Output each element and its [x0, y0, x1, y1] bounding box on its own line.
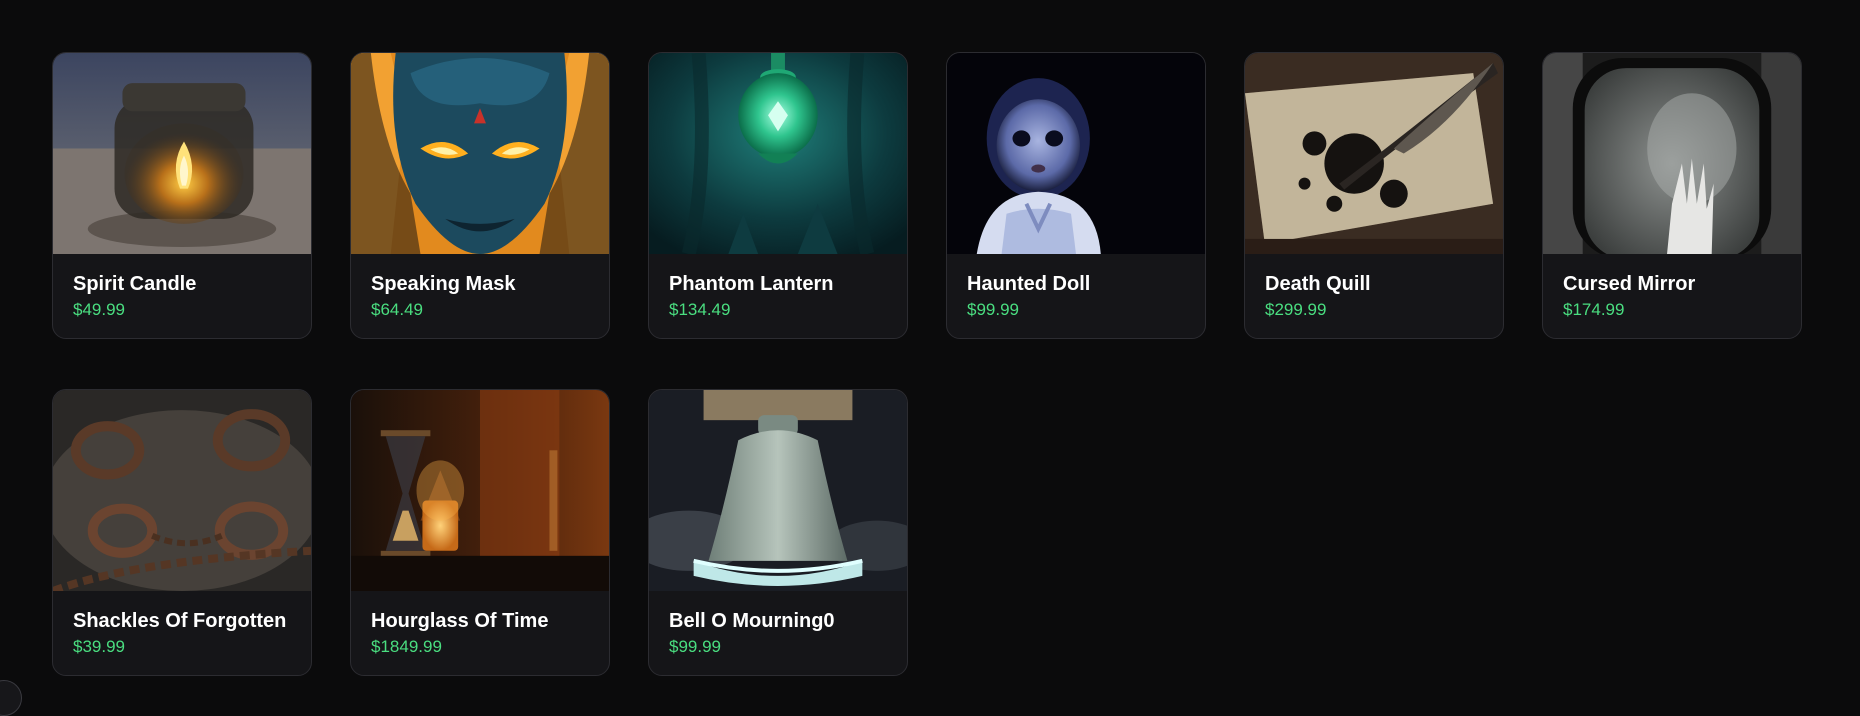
product-name: Death Quill	[1265, 272, 1483, 296]
product-name: Hourglass Of Time	[371, 609, 589, 633]
mirror-hand-image	[1543, 53, 1801, 254]
product-card[interactable]: Cursed Mirror $174.99	[1542, 52, 1802, 339]
product-grid: Spirit Candle $49.99 Speaki	[52, 52, 1802, 676]
product-card[interactable]: Speaking Mask $64.49	[350, 52, 610, 339]
product-name: Spirit Candle	[73, 272, 291, 296]
product-name: Haunted Doll	[967, 272, 1185, 296]
product-price: $39.99	[73, 636, 291, 658]
porcelain-doll-image	[947, 53, 1205, 254]
product-name: Bell O Mourning0	[669, 609, 887, 633]
rusty-shackles-image	[53, 390, 311, 591]
product-price: $64.49	[371, 299, 589, 321]
product-card[interactable]: Hourglass Of Time $1849.99	[350, 389, 610, 676]
quill-and-ink-image	[1245, 53, 1503, 254]
product-card[interactable]: Bell O Mourning0 $99.99	[648, 389, 908, 676]
product-name: Shackles Of Forgotten	[73, 609, 291, 633]
product-price: $299.99	[1265, 299, 1483, 321]
product-name: Phantom Lantern	[669, 272, 887, 296]
candle-in-jar-image	[53, 53, 311, 254]
demon-mask-image	[351, 53, 609, 254]
product-card[interactable]: Phantom Lantern $134.49	[648, 52, 908, 339]
product-name: Speaking Mask	[371, 272, 589, 296]
hourglass-candles-image	[351, 390, 609, 591]
product-card[interactable]: Death Quill $299.99	[1244, 52, 1504, 339]
product-card[interactable]: Haunted Doll $99.99	[946, 52, 1206, 339]
bronze-bell-image	[649, 390, 907, 591]
product-card[interactable]: Spirit Candle $49.99	[52, 52, 312, 339]
product-price: $1849.99	[371, 636, 589, 658]
product-price: $99.99	[967, 299, 1185, 321]
product-name: Cursed Mirror	[1563, 272, 1781, 296]
product-price: $99.99	[669, 636, 887, 658]
glowing-lantern-image	[649, 53, 907, 254]
product-price: $134.49	[669, 299, 887, 321]
floating-corner-button[interactable]	[0, 680, 22, 716]
product-card[interactable]: Shackles Of Forgotten $39.99	[52, 389, 312, 676]
product-price: $174.99	[1563, 299, 1781, 321]
product-price: $49.99	[73, 299, 291, 321]
